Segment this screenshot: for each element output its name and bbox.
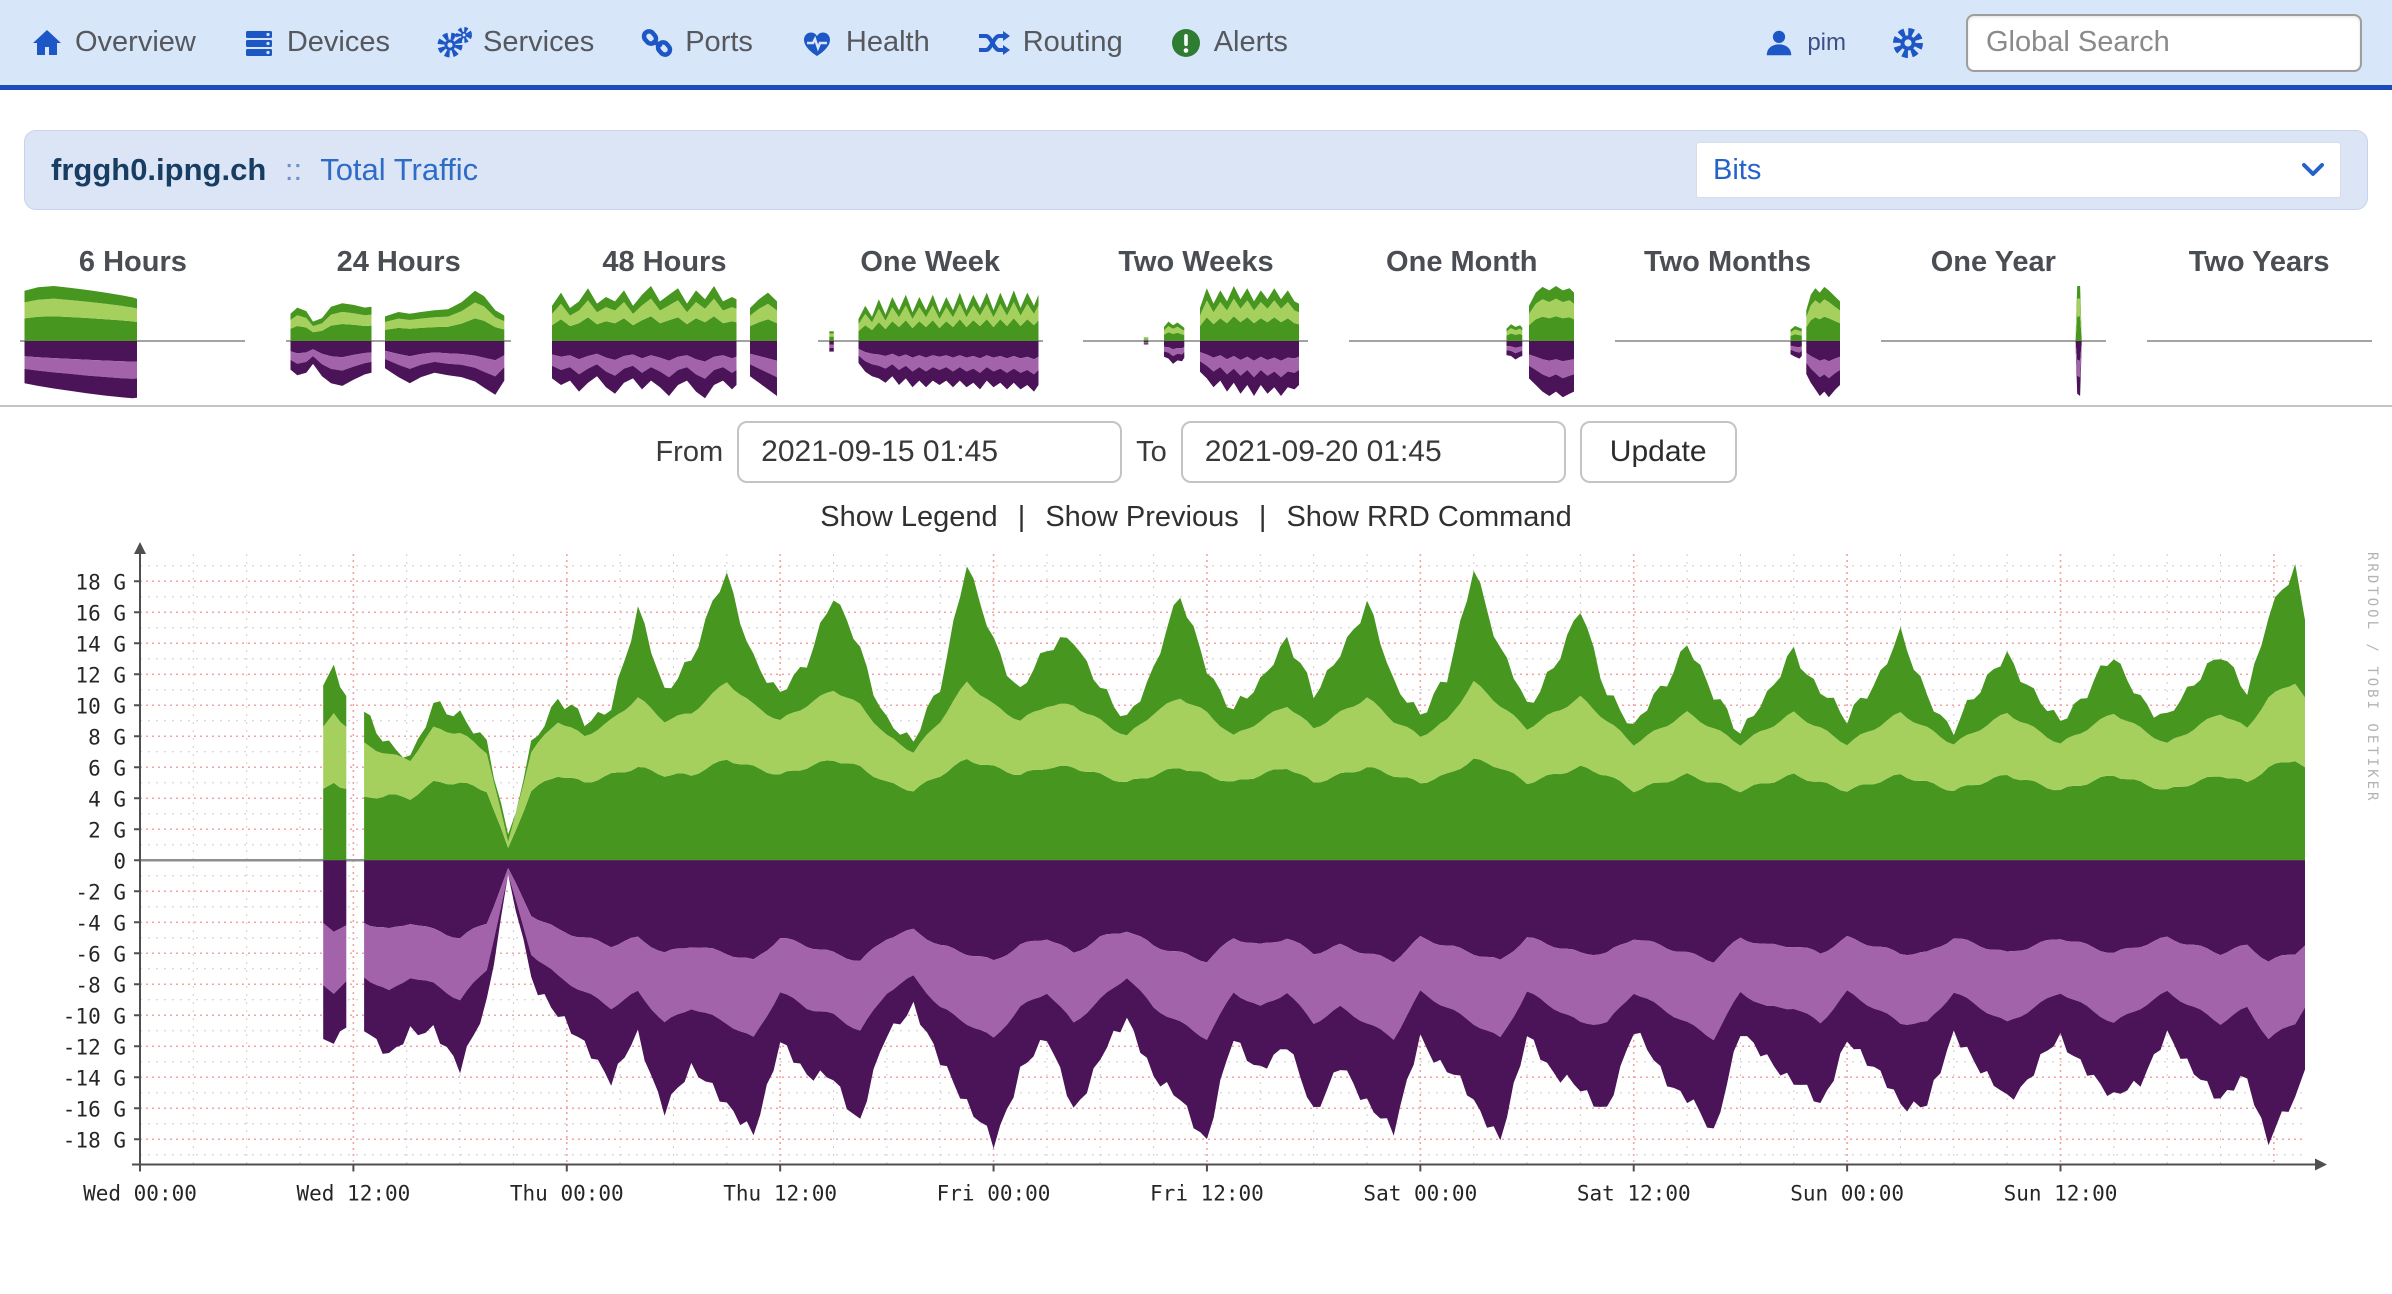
shuffle-icon (976, 26, 1012, 60)
svg-text:16 G: 16 G (75, 601, 126, 625)
svg-text:18 G: 18 G (75, 570, 126, 594)
timerange-48-hours[interactable]: 48 Hours (532, 246, 798, 405)
nav-label: Overview (75, 26, 196, 59)
nav-item-overview[interactable]: Overview (30, 26, 196, 60)
timerange-label: Two Weeks (1063, 246, 1329, 279)
svg-text:10 G: 10 G (75, 694, 126, 718)
svg-text:Sun 12:00: Sun 12:00 (2004, 1182, 2118, 1206)
user-icon (1763, 27, 1795, 59)
gear-icon (1890, 25, 1926, 61)
unit-select[interactable]: Bits (1696, 142, 2341, 198)
from-label: From (655, 436, 723, 469)
settings-button[interactable] (1890, 25, 1926, 61)
timerange-label: One Month (1329, 246, 1595, 279)
link-icon (640, 26, 674, 60)
svg-text:14 G: 14 G (75, 632, 126, 656)
svg-text:8 G: 8 G (88, 725, 126, 749)
nav-label: Alerts (1214, 26, 1288, 59)
timerange-24-hours[interactable]: 24 Hours (266, 246, 532, 405)
nav-item-routing[interactable]: Routing (976, 26, 1123, 60)
svg-text:Thu 12:00: Thu 12:00 (723, 1182, 837, 1206)
nav-item-services[interactable]: Services (436, 26, 594, 60)
timerange-thumbnails: 6 Hours24 Hours48 HoursOne WeekTwo Weeks… (0, 246, 2392, 407)
svg-text:Sun 00:00: Sun 00:00 (1790, 1182, 1904, 1206)
link-separator: | (1259, 501, 1267, 533)
alert-circle-icon (1169, 26, 1203, 60)
svg-text:-16 G: -16 G (63, 1097, 126, 1121)
graph-links: Show Legend | Show Previous | Show RRD C… (0, 501, 2392, 534)
svg-text:0: 0 (113, 849, 126, 873)
timerange-two-weeks[interactable]: Two Weeks (1063, 246, 1329, 405)
svg-text:-12 G: -12 G (63, 1035, 126, 1059)
svg-text:Sat 00:00: Sat 00:00 (1363, 1182, 1477, 1206)
show-rrd-command-link[interactable]: Show RRD Command (1286, 501, 1571, 533)
svg-text:Fri 12:00: Fri 12:00 (1150, 1182, 1264, 1206)
timerange-label: 48 Hours (532, 246, 798, 279)
to-label: To (1136, 436, 1167, 469)
timerange-6-hours[interactable]: 6 Hours (0, 246, 266, 405)
update-button[interactable]: Update (1580, 421, 1737, 483)
timerange-one-month[interactable]: One Month (1329, 246, 1595, 405)
svg-text:Thu 00:00: Thu 00:00 (510, 1182, 624, 1206)
nav-item-alerts[interactable]: Alerts (1169, 26, 1288, 60)
nav-item-devices[interactable]: Devices (242, 26, 390, 60)
daterange-controls: From To Update (0, 421, 2392, 483)
breadcrumb-separator: :: (285, 152, 302, 187)
from-date-input[interactable] (737, 421, 1122, 483)
svg-text:-14 G: -14 G (63, 1066, 126, 1090)
nav-item-health[interactable]: Health (799, 26, 930, 60)
timerange-label: 24 Hours (266, 246, 532, 279)
breadcrumb: frggh0.ipng.ch :: Total Traffic (51, 152, 478, 188)
global-search-input[interactable] (1966, 14, 2362, 72)
svg-text:Sat 12:00: Sat 12:00 (1577, 1182, 1691, 1206)
nav-label: Services (483, 26, 594, 59)
to-date-input[interactable] (1181, 421, 1566, 483)
timerange-label: 6 Hours (0, 246, 266, 279)
nav-label: Routing (1023, 26, 1123, 59)
link-separator: | (1018, 501, 1026, 533)
nav-label: Devices (287, 26, 390, 59)
svg-text:-8 G: -8 G (75, 973, 126, 997)
top-nav: Overview Devices Services (0, 0, 2392, 90)
svg-text:12 G: 12 G (75, 663, 126, 687)
svg-text:2 G: 2 G (88, 818, 126, 842)
chevron-down-icon (2302, 163, 2324, 177)
username: pim (1807, 29, 1846, 57)
page-header-panel: frggh0.ipng.ch :: Total Traffic Bits (24, 130, 2368, 210)
heartbeat-icon (799, 26, 835, 60)
timerange-label: Two Years (2126, 246, 2392, 279)
svg-text:6 G: 6 G (88, 756, 126, 780)
svg-text:-4 G: -4 G (75, 911, 126, 935)
nav-item-ports[interactable]: Ports (640, 26, 753, 60)
timerange-label: One Week (797, 246, 1063, 279)
hostname[interactable]: frggh0.ipng.ch (51, 152, 266, 187)
svg-text:-18 G: -18 G (63, 1128, 126, 1152)
timerange-label: One Year (1860, 246, 2126, 279)
home-icon (30, 26, 64, 60)
nav-label: Health (846, 26, 930, 59)
traffic-graph: 18 G 16 G 14 G 12 G 10 G 8 G 6 G 4 G 2 G 0 -2 G -4 … (0, 538, 2392, 1238)
traffic-graph-section: 18 G 16 G 14 G 12 G 10 G 8 G 6 G 4 G 2 G 0 -2 G -4 … (0, 538, 2392, 1243)
page-title: Total Traffic (320, 152, 478, 187)
svg-text:Fri 00:00: Fri 00:00 (937, 1182, 1051, 1206)
svg-text:Wed 00:00: Wed 00:00 (83, 1182, 197, 1206)
timerange-label: Two Months (1595, 246, 1861, 279)
svg-text:Wed 12:00: Wed 12:00 (296, 1182, 410, 1206)
timerange-one-week[interactable]: One Week (797, 246, 1063, 405)
rrdtool-watermark: RRDTOOL / TOBI OETIKER (2364, 552, 2380, 803)
gears-icon (436, 26, 472, 60)
show-legend-link[interactable]: Show Legend (820, 501, 997, 533)
svg-text:-6 G: -6 G (75, 942, 126, 966)
timerange-one-year[interactable]: One Year (1860, 246, 2126, 405)
server-icon (242, 26, 276, 60)
svg-text:-10 G: -10 G (63, 1004, 126, 1028)
timerange-two-months[interactable]: Two Months (1595, 246, 1861, 405)
svg-text:-2 G: -2 G (75, 880, 126, 904)
svg-text:4 G: 4 G (88, 787, 126, 811)
nav-label: Ports (685, 26, 753, 59)
unit-select-value: Bits (1713, 154, 1761, 187)
timerange-two-years[interactable]: Two Years (2126, 246, 2392, 405)
show-previous-link[interactable]: Show Previous (1045, 501, 1238, 533)
user-menu[interactable]: pim (1763, 27, 1846, 59)
